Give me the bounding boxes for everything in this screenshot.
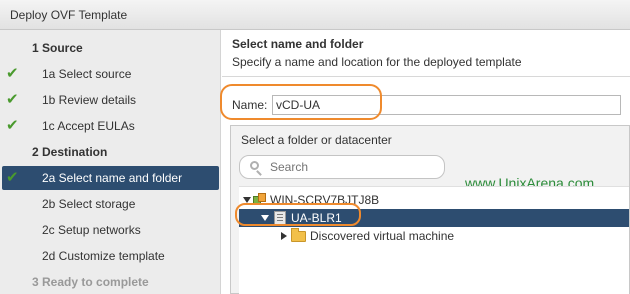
checkmark-icon: ✔: [6, 91, 19, 108]
checkmark-icon: ✔: [6, 65, 19, 82]
step-2-destination: 2 Destination: [0, 140, 221, 164]
tree-row-folder[interactable]: Discovered virtual machine: [239, 227, 629, 245]
step-label: 2b Select storage: [42, 197, 136, 211]
step-label: 2a Select name and folder: [42, 171, 183, 185]
step-label: 3 Ready to complete: [32, 275, 149, 289]
step-2d-customize-template[interactable]: 2d Customize template: [0, 244, 221, 268]
checkmark-icon: ✔: [6, 169, 19, 186]
folder-hint: Select a folder or datacenter: [241, 133, 392, 147]
step-label: 1a Select source: [42, 67, 132, 81]
step-label: 2c Setup networks: [42, 223, 141, 237]
step-3-ready-to-complete: 3 Ready to complete: [0, 270, 221, 294]
dialog-title: Deploy OVF Template: [10, 8, 128, 22]
name-annotation-outline: [220, 84, 382, 120]
divider: [222, 76, 630, 77]
tree-label: Discovered virtual machine: [310, 229, 455, 243]
step-1b-review-details[interactable]: ✔ 1b Review details: [0, 88, 221, 112]
search-box[interactable]: [239, 155, 445, 179]
datacenter-annotation-outline: [235, 203, 361, 226]
pane-title: Select name and folder: [232, 37, 364, 51]
search-input[interactable]: [270, 159, 440, 175]
chevron-right-icon[interactable]: [281, 232, 287, 240]
step-1c-accept-eulas[interactable]: ✔ 1c Accept EULAs: [0, 114, 221, 138]
step-label: 2 Destination: [32, 145, 108, 159]
wizard-steps-sidebar: 1 Source ✔ 1a Select source ✔ 1b Review …: [0, 30, 221, 294]
main-pane: Select name and folder Specify a name an…: [220, 30, 630, 294]
folder-icon: [291, 228, 306, 242]
step-label: 1b Review details: [42, 93, 137, 107]
step-1-source: 1 Source: [0, 36, 221, 60]
step-2b-select-storage[interactable]: 2b Select storage: [0, 192, 221, 216]
step-2c-setup-networks[interactable]: 2c Setup networks: [0, 218, 221, 242]
step-1a-select-source[interactable]: ✔ 1a Select source: [0, 62, 221, 86]
step-label: 2d Customize template: [42, 249, 165, 263]
checkmark-icon: ✔: [6, 117, 19, 134]
step-label: 1 Source: [32, 41, 83, 55]
dialog-titlebar: Deploy OVF Template: [0, 0, 630, 30]
step-2a-select-name-and-folder[interactable]: ✔ 2a Select name and folder: [2, 166, 219, 190]
pane-subtitle: Specify a name and location for the depl…: [232, 55, 522, 69]
search-icon: [250, 161, 259, 170]
step-label: 1c Accept EULAs: [42, 119, 135, 133]
